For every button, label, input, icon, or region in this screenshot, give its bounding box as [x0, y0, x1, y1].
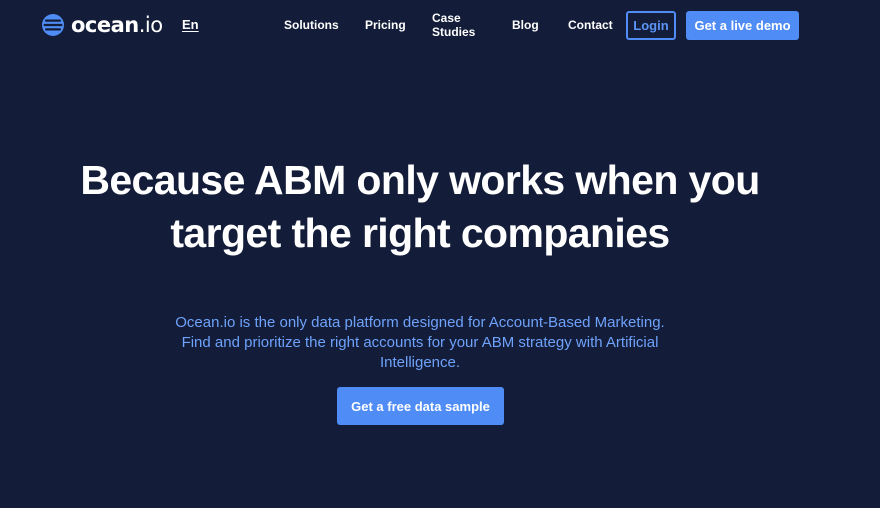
- hero-subtext-line2: Find and prioritize the right accounts f…: [181, 334, 659, 351]
- landing-page: ocean.io En Solutions Pricing Case Studi…: [0, 0, 880, 508]
- nav-pricing[interactable]: Pricing: [365, 18, 406, 32]
- language-selector[interactable]: En: [182, 17, 199, 32]
- hero-headline-line2: target the right companies: [170, 210, 670, 256]
- logo-text-suffix: .io: [138, 13, 163, 37]
- hero-subtext-line3: Intelligence.: [379, 354, 461, 371]
- ocean-waves-icon: [42, 14, 64, 36]
- login-button[interactable]: Login: [626, 11, 676, 40]
- logo-wordmark: ocean.io: [71, 13, 163, 37]
- nav-case-studies-line1: Case: [432, 11, 461, 25]
- nav-case-studies[interactable]: Case Studies: [432, 11, 475, 39]
- free-data-sample-button[interactable]: Get a free data sample: [337, 387, 504, 425]
- hero-subtext: Ocean.io is the only data platform desig…: [120, 313, 720, 373]
- site-header: ocean.io En Solutions Pricing Case Studi…: [0, 0, 880, 50]
- hero-subtext-line1: Ocean.io is the only data platform desig…: [175, 314, 665, 331]
- hero-headline-line1: Because ABM only works when you: [80, 157, 760, 203]
- nav-solutions[interactable]: Solutions: [284, 18, 339, 32]
- logo-text-main: ocean: [71, 13, 139, 37]
- ocean-logo[interactable]: ocean.io: [41, 13, 163, 37]
- nav-contact[interactable]: Contact: [568, 18, 613, 32]
- nav-blog[interactable]: Blog: [512, 18, 539, 32]
- live-demo-button[interactable]: Get a live demo: [686, 11, 799, 40]
- nav-case-studies-line2: Studies: [432, 25, 476, 39]
- hero-headline: Because ABM only works when you target t…: [40, 154, 800, 260]
